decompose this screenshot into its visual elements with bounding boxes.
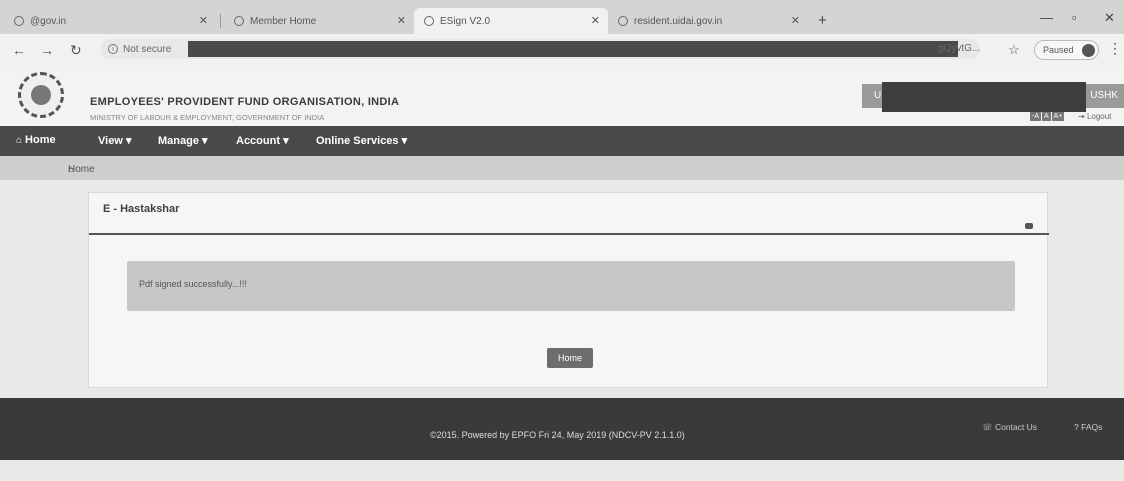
site-footer: ©2015. Powered by EPFO Fri 24, May 2019 …: [0, 398, 1124, 460]
font-decrease-button[interactable]: -A: [1030, 112, 1041, 121]
minimize-icon[interactable]: —: [1040, 10, 1053, 25]
reload-icon[interactable]: ↻: [70, 42, 82, 59]
nav-manage-label: Manage: [158, 135, 199, 147]
faqs-label: FAQs: [1081, 422, 1103, 432]
close-icon[interactable]: ✕: [591, 14, 600, 27]
more-menu-icon[interactable]: ⋮: [1108, 40, 1122, 57]
nav-online-services[interactable]: Online Services ▾: [316, 134, 407, 147]
breadcrumb-home-label: Home: [68, 164, 95, 175]
logout-icon: ⇥: [1078, 112, 1087, 121]
globe-icon: [14, 16, 24, 26]
footer-copyright: ©2015. Powered by EPFO Fri 24, May 2019 …: [430, 430, 685, 440]
browser-tab-bar: @gov.in ✕ Member Home ✕ ESign V2.0 ✕ res…: [0, 0, 1124, 34]
user-suffix: USHK: [1090, 90, 1118, 101]
font-size-controls: -A A A+: [1030, 112, 1065, 121]
home-button[interactable]: Home: [547, 348, 593, 368]
font-normal-button[interactable]: A: [1042, 112, 1051, 121]
tab-title: Member Home: [250, 15, 317, 27]
caret-down-icon: ▾: [125, 135, 132, 147]
bookmark-star-icon[interactable]: ☆: [1008, 42, 1020, 58]
nav-view[interactable]: View ▾: [98, 134, 131, 147]
contact-label: Contact Us: [995, 422, 1038, 432]
caret-down-icon: ▾: [401, 135, 408, 147]
url-input[interactable]: i Not secure gQyvtG...: [100, 39, 980, 59]
tab-gov[interactable]: @gov.in ✕: [4, 8, 216, 34]
nav-home-label: Home: [25, 134, 56, 146]
tab-title: @gov.in: [30, 15, 67, 27]
org-subtitle: MINISTRY OF LABOUR & EMPLOYMENT, GOVERNM…: [90, 113, 325, 122]
success-message: Pdf signed successfully...!!!: [139, 279, 247, 289]
close-icon[interactable]: ✕: [791, 14, 800, 27]
logout-label: Logout: [1086, 112, 1112, 121]
panel-divider: [89, 233, 1049, 235]
globe-icon: [618, 16, 628, 26]
forward-icon[interactable]: →: [40, 42, 54, 58]
nav-online-services-label: Online Services: [316, 135, 399, 147]
panel-title: E - Hastakshar: [103, 203, 180, 215]
logout-link[interactable]: ⇥ Logout: [1078, 112, 1111, 121]
nav-account-label: Account: [236, 135, 280, 147]
main-navbar: ⌂ Home View ▾ Manage ▾ Account ▾ Online S…: [0, 126, 1124, 156]
tab-esign[interactable]: ESign V2.0 ✕: [414, 8, 608, 34]
close-window-icon[interactable]: ✕: [1104, 10, 1115, 26]
phone-icon: ☏: [982, 422, 995, 432]
globe-icon: [234, 16, 244, 26]
new-tab-icon[interactable]: +: [818, 12, 827, 29]
url-tail: gQyvtG...: [938, 43, 981, 54]
breadcrumb: ⌂ Home: [0, 156, 1124, 180]
tab-uidai[interactable]: resident.uidai.gov.in ✕: [608, 8, 808, 34]
profile-status: Paused: [1043, 45, 1074, 55]
close-icon[interactable]: ✕: [397, 14, 406, 27]
home-icon: ⌂: [16, 135, 23, 146]
maximize-icon[interactable]: ▫: [1072, 10, 1077, 25]
success-alert: Pdf signed successfully...!!!: [127, 261, 1015, 311]
nav-view-label: View: [98, 135, 123, 147]
org-name: EMPLOYEES' PROVIDENT FUND ORGANISATION, …: [90, 96, 400, 108]
contact-us-link[interactable]: ☏ Contact Us: [982, 422, 1037, 433]
security-label: Not secure: [123, 43, 172, 55]
e-hastakshar-panel: E - Hastakshar Pdf signed successfully..…: [88, 192, 1049, 388]
caret-down-icon: ▾: [202, 135, 208, 147]
close-icon[interactable]: ✕: [199, 14, 208, 27]
info-icon[interactable]: i: [108, 44, 118, 54]
profile-button[interactable]: Paused: [1034, 40, 1099, 60]
tab-member-home[interactable]: Member Home ✕: [224, 8, 414, 34]
caret-down-icon: ▾: [283, 135, 289, 147]
nav-home[interactable]: ⌂ Home: [16, 134, 56, 146]
tab-title: ESign V2.0: [440, 15, 491, 27]
avatar: [1081, 44, 1095, 57]
font-increase-button[interactable]: A+: [1051, 112, 1065, 121]
epfo-logo: [18, 72, 64, 118]
collapse-icon[interactable]: [1025, 223, 1033, 229]
user-redaction: [882, 82, 1086, 112]
nav-manage[interactable]: Manage ▾: [158, 134, 208, 147]
tab-title: resident.uidai.gov.in: [634, 15, 723, 27]
address-bar-row: ← → ↻ i Not secure gQyvtG... ☆ Paused ⋮: [0, 34, 1124, 66]
user-prefix: U: [874, 90, 882, 101]
site-header: EMPLOYEES' PROVIDENT FUND ORGANISATION, …: [0, 66, 1124, 126]
tab-divider: [220, 14, 221, 28]
url-redaction: [188, 41, 958, 57]
back-icon[interactable]: ←: [12, 42, 26, 58]
nav-account[interactable]: Account ▾: [236, 134, 289, 147]
faqs-link[interactable]: ? FAQs: [1074, 422, 1102, 432]
globe-icon: [424, 16, 434, 26]
